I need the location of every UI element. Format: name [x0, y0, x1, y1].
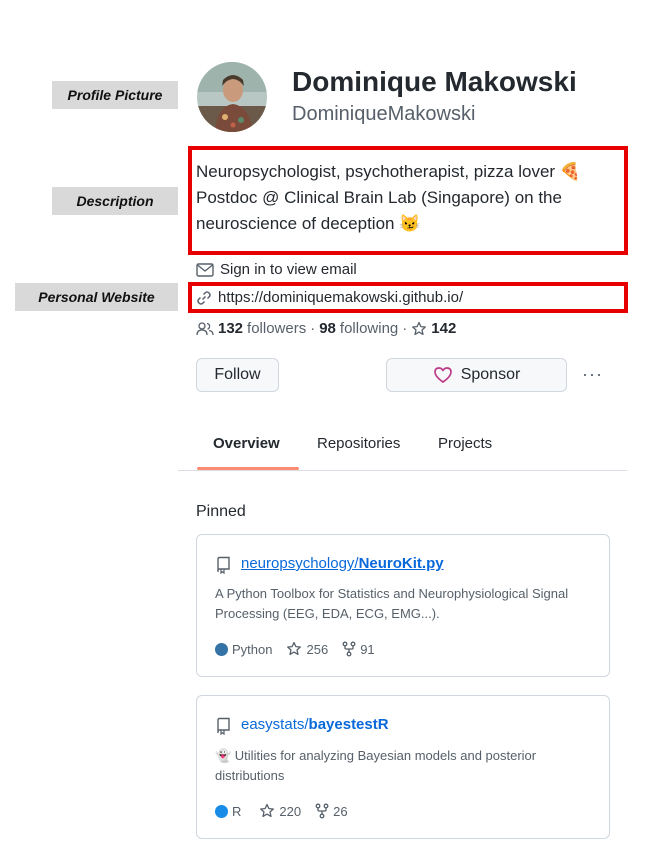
profile-name: Dominique Makowski: [292, 66, 577, 97]
annotation-personal-website: Personal Website: [15, 283, 178, 311]
website-row: https://dominiquemakowski.github.io/: [196, 289, 463, 306]
repo-link[interactable]: easystats/bayestestR: [241, 716, 389, 733]
repo-description: 👻 Utilities for analyzing Bayesian model…: [215, 748, 537, 783]
following-label[interactable]: following: [340, 320, 398, 337]
sponsor-label: Sponsor: [460, 366, 521, 383]
avatar-image: [197, 62, 267, 132]
repo-stars[interactable]: 220: [279, 804, 301, 819]
repo-stats: Python 256 91: [215, 641, 375, 657]
email-text: Sign in to view email: [220, 261, 357, 278]
mail-icon: [196, 262, 214, 277]
stars-count[interactable]: 142: [431, 320, 456, 337]
star-icon: [412, 321, 427, 335]
repo-description: A Python Toolbox for Statistics and Neur…: [215, 586, 569, 621]
language-color-dot: [215, 804, 228, 818]
tab-projects[interactable]: Projects: [438, 435, 492, 452]
repo-owner: easystats/: [241, 716, 309, 733]
people-icon: [196, 321, 214, 335]
follow-button[interactable]: Follow: [196, 358, 279, 392]
repo-language: Python: [232, 641, 273, 657]
followers-label[interactable]: followers: [247, 320, 306, 337]
repo-name: bayestestR: [308, 716, 389, 733]
annotation-profile-picture: Profile Picture: [52, 81, 178, 109]
pinned-repo-card: neuropsychology/NeuroKit.py A Python Too…: [196, 534, 610, 677]
active-tab-underline: [197, 467, 299, 470]
repo-icon: [217, 556, 230, 574]
repo-forks[interactable]: 26: [333, 804, 347, 819]
star-icon: [287, 641, 302, 656]
fork-icon: [342, 641, 356, 657]
repo-link[interactable]: neuropsychology/NeuroKit.py: [241, 555, 444, 572]
email-row[interactable]: Sign in to view email: [196, 261, 357, 278]
followers-count[interactable]: 132: [218, 320, 243, 337]
repo-forks[interactable]: 91: [360, 642, 374, 657]
profile-username: DominiqueMakowski: [292, 103, 476, 125]
repo-stats: R 220 26: [215, 803, 348, 819]
website-link[interactable]: https://dominiquemakowski.github.io/: [218, 289, 463, 306]
avatar[interactable]: [197, 62, 267, 132]
repo-icon: [217, 717, 230, 735]
separator: ·: [310, 320, 316, 337]
followers-row: 132 followers · 98 following · 142: [196, 320, 456, 337]
following-count[interactable]: 98: [319, 320, 336, 337]
sponsor-button[interactable]: Sponsor: [386, 358, 567, 392]
bio-line: Postdoc @ Clinical Brain Lab (Singapore)…: [196, 188, 562, 207]
follow-label: Follow: [214, 366, 261, 383]
star-icon: [260, 803, 275, 818]
heart-icon: [433, 367, 452, 383]
tabs-divider: [178, 470, 627, 471]
bio-line: neuroscience of deception 😼: [196, 214, 421, 233]
link-icon: [197, 290, 211, 305]
tab-repositories[interactable]: Repositories: [317, 435, 400, 452]
pinned-repo-card: easystats/bayestestR 👻 Utilities for ana…: [196, 695, 610, 839]
fork-icon: [315, 803, 329, 819]
repo-owner: neuropsychology/: [241, 555, 359, 572]
repo-language: R: [232, 803, 242, 819]
repo-name: NeuroKit.py: [358, 555, 444, 572]
language-color-dot: [215, 642, 228, 656]
repo-stars[interactable]: 256: [306, 642, 328, 657]
pinned-heading: Pinned: [196, 503, 246, 520]
annotation-description: Description: [52, 187, 178, 215]
tab-overview[interactable]: Overview: [213, 435, 280, 452]
more-options-button[interactable]: ···: [582, 364, 603, 385]
bio-line: Neuropsychologist, psychotherapist, pizz…: [196, 162, 581, 181]
separator: ·: [402, 320, 408, 337]
